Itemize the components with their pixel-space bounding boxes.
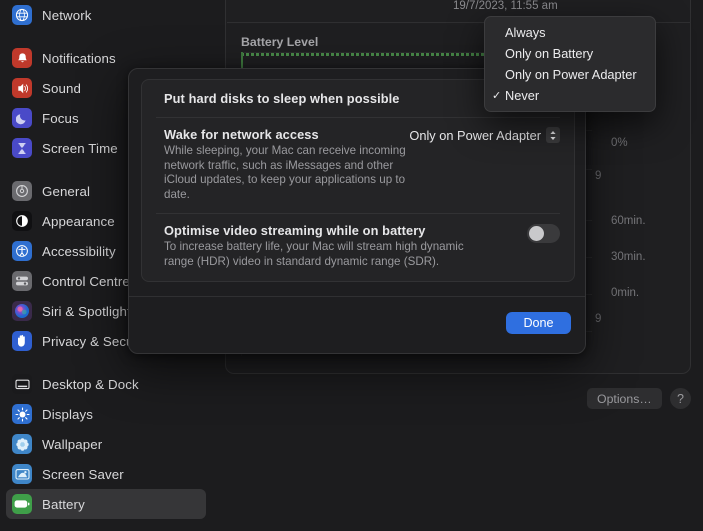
- menu-item-label: Never: [505, 88, 540, 103]
- sidebar-item-desktop-dock[interactable]: Desktop & Dock: [6, 369, 206, 399]
- sidebar-item-wallpaper[interactable]: Wallpaper: [6, 429, 206, 459]
- menu-item-only-on-battery[interactable]: Only on Battery: [485, 43, 655, 64]
- chevron-updown-icon: [546, 127, 560, 143]
- sidebar-item-label: Focus: [42, 110, 79, 126]
- sidebar-item-label: Notifications: [42, 50, 116, 66]
- sidebar-item-displays[interactable]: Displays: [6, 399, 206, 429]
- speaker-icon: [12, 78, 32, 98]
- hand-icon: [12, 331, 32, 351]
- menu-item-always[interactable]: Always: [485, 22, 655, 43]
- sidebar-item-label: Screen Saver: [42, 466, 124, 482]
- gear-icon: [12, 181, 32, 201]
- battery-level-chart-title: Battery Level: [241, 35, 319, 49]
- sidebar-item-label: Screen Time: [42, 140, 118, 156]
- chart-timestamp: 19/7/2023, 11:55 am: [453, 0, 558, 12]
- row-description: While sleeping, your Mac can receive inc…: [164, 144, 406, 201]
- sidebar-item-label: Accessibility: [42, 243, 116, 259]
- usage-axis-tick-60: 60min.: [611, 215, 646, 227]
- system-settings-window: Network Notifications Sound Focus Screen Tim…: [0, 0, 703, 531]
- sidebar-item-label: Wallpaper: [42, 436, 103, 452]
- flower-icon: [12, 434, 32, 454]
- row-description: To increase battery life, your Mac will …: [164, 240, 464, 268]
- desktop-icon: [12, 374, 32, 394]
- done-button[interactable]: Done: [506, 312, 571, 334]
- sidebar-item-network[interactable]: Network: [6, 0, 206, 30]
- screensaver-icon: [12, 464, 32, 484]
- siri-icon: [12, 301, 32, 321]
- battery-x-tick: 9: [595, 170, 602, 182]
- row-optimise-video-streaming[interactable]: Optimise video streaming while on batter…: [142, 214, 574, 280]
- checkmark-icon: ✓: [492, 90, 502, 102]
- bell-icon: [12, 48, 32, 68]
- sidebar-item-label: General: [42, 183, 91, 199]
- sidebar-item-label: Displays: [42, 406, 94, 422]
- row-wake-for-network-access[interactable]: Wake for network access While sleeping, …: [142, 118, 574, 213]
- sidebar-group-separator: [0, 30, 212, 43]
- row-title: Put hard disks to sleep when possible: [164, 91, 400, 106]
- sidebar-item-label: Control Centre: [42, 273, 130, 289]
- moon-icon: [12, 108, 32, 128]
- popup-value-label: Only on Power Adapter: [409, 127, 541, 143]
- brightness-icon: [12, 404, 32, 424]
- sidebar-item-battery[interactable]: Battery: [6, 489, 206, 519]
- sidebar-item-label: Desktop & Dock: [42, 376, 139, 392]
- sidebar-item-label: Battery: [42, 496, 85, 512]
- row-title: Wake for network access: [164, 127, 319, 142]
- menu-item-label: Always: [505, 25, 546, 40]
- sheet-footer-divider: [129, 296, 585, 297]
- help-button[interactable]: ?: [670, 388, 691, 409]
- row-title: Optimise video streaming while on batter…: [164, 223, 426, 239]
- battery-axis-tick-0: 0%: [611, 137, 628, 149]
- usage-axis-tick-0: 0min.: [611, 287, 640, 299]
- sidebar-item-label: Appearance: [42, 213, 115, 229]
- globe-icon: [12, 5, 32, 25]
- menu-item-label: Only on Battery: [505, 46, 594, 61]
- wake-for-network-popup-button[interactable]: Only on Power Adapter: [409, 127, 560, 143]
- sidebar-item-label: Network: [42, 7, 92, 23]
- menu-item-label: Only on Power Adapter: [505, 67, 637, 82]
- menu-item-never[interactable]: ✓ Never: [485, 85, 655, 106]
- usage-axis-tick-30: 30min.: [611, 251, 646, 263]
- put-hard-disks-dropdown-menu[interactable]: Always Only on Battery Only on Power Adapt…: [484, 16, 656, 112]
- optimise-video-streaming-toggle[interactable]: [527, 224, 560, 244]
- sliders-icon: [12, 271, 32, 291]
- menu-item-only-on-power-adapter[interactable]: Only on Power Adapter: [485, 64, 655, 85]
- battery-icon: [12, 494, 32, 514]
- usage-x-tick: 9: [595, 313, 602, 325]
- hourglass-icon: [12, 138, 32, 158]
- options-button[interactable]: Options…: [587, 388, 662, 409]
- sidebar-item-label: Sound: [42, 80, 81, 96]
- sidebar-group-separator: [0, 356, 212, 369]
- contrast-icon: [12, 211, 32, 231]
- sidebar-item-label: Siri & Spotlight: [42, 303, 131, 319]
- sidebar-item-screen-saver[interactable]: Screen Saver: [6, 459, 206, 489]
- toggle-knob: [529, 226, 544, 242]
- accessibility-icon: [12, 241, 32, 261]
